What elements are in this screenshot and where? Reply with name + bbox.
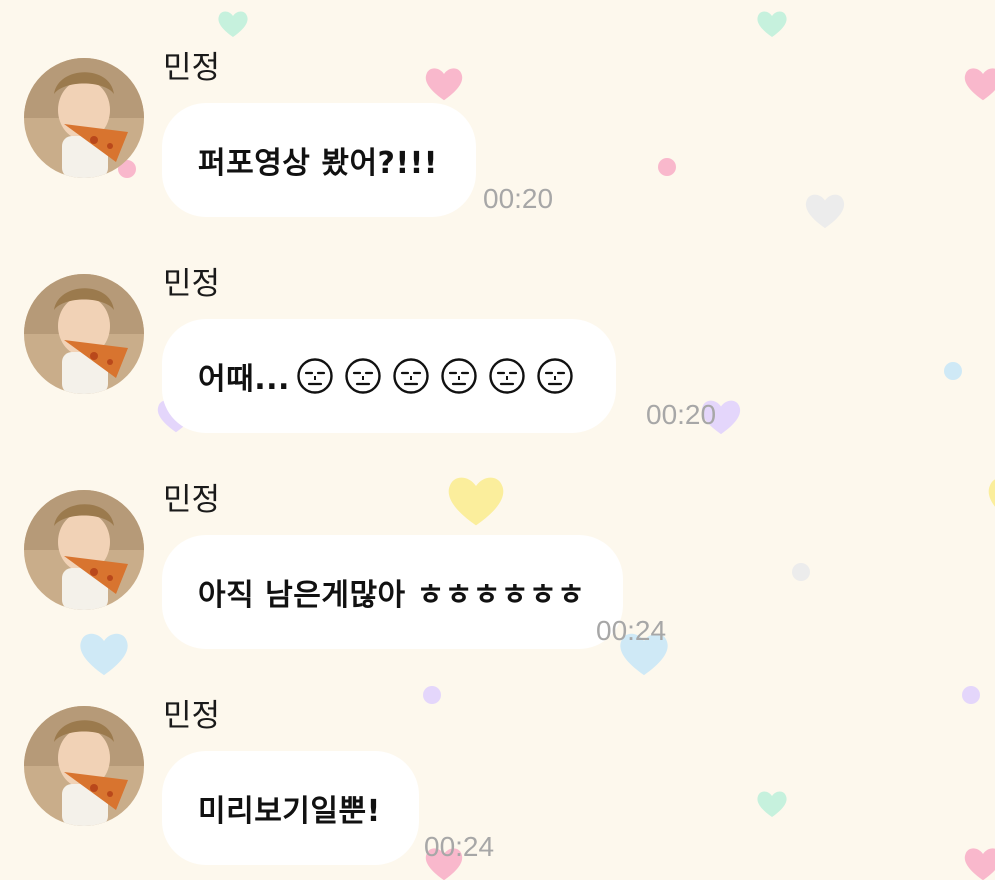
sleepy-face-icon: [344, 357, 382, 395]
sleepy-face-icon: [440, 357, 478, 395]
sleepy-face-icon: [392, 357, 430, 395]
message-text: 퍼포영상 봤어?!!!: [198, 146, 438, 181]
sender-name: 민정: [163, 698, 221, 734]
message-row: 민정 퍼포영상 봤어?!!! 00:20: [0, 0, 995, 217]
message-row: 민정 미리보기일뿐! 00:24: [0, 648, 995, 865]
avatar[interactable]: [24, 490, 144, 610]
sleepy-face-icon: [536, 357, 574, 395]
message-time: 00:20: [483, 183, 554, 214]
message-bubble[interactable]: 퍼포영상 봤어?!!!: [162, 103, 476, 217]
message-row: 민정 어때... 00:20: [0, 216, 995, 433]
message-text: 어때...: [198, 362, 290, 397]
emoji-row: [296, 357, 574, 395]
sender-name: 민정: [163, 482, 221, 518]
message-time: 00:24: [596, 615, 667, 646]
sender-name: 민정: [163, 50, 221, 86]
sleepy-face-icon: [488, 357, 526, 395]
message-time: 00:20: [646, 399, 717, 430]
avatar[interactable]: [24, 274, 144, 394]
message-bubble[interactable]: 어때...: [162, 319, 616, 433]
message-row: 민정 아직 남은게많아 ㅎㅎㅎㅎㅎㅎ 00:24: [0, 432, 995, 649]
sender-name: 민정: [163, 266, 221, 302]
message-text: 미리보기일뿐!: [198, 794, 381, 829]
message-text: 아직 남은게많아 ㅎㅎㅎㅎㅎㅎ: [198, 578, 586, 613]
avatar[interactable]: [24, 58, 144, 178]
heart-icon: [964, 848, 995, 880]
message-time: 00:24: [424, 831, 495, 862]
message-bubble[interactable]: 아직 남은게많아 ㅎㅎㅎㅎㅎㅎ: [162, 535, 624, 649]
avatar[interactable]: [24, 706, 144, 826]
message-bubble[interactable]: 미리보기일뿐!: [162, 751, 419, 865]
sleepy-face-icon: [296, 357, 334, 395]
